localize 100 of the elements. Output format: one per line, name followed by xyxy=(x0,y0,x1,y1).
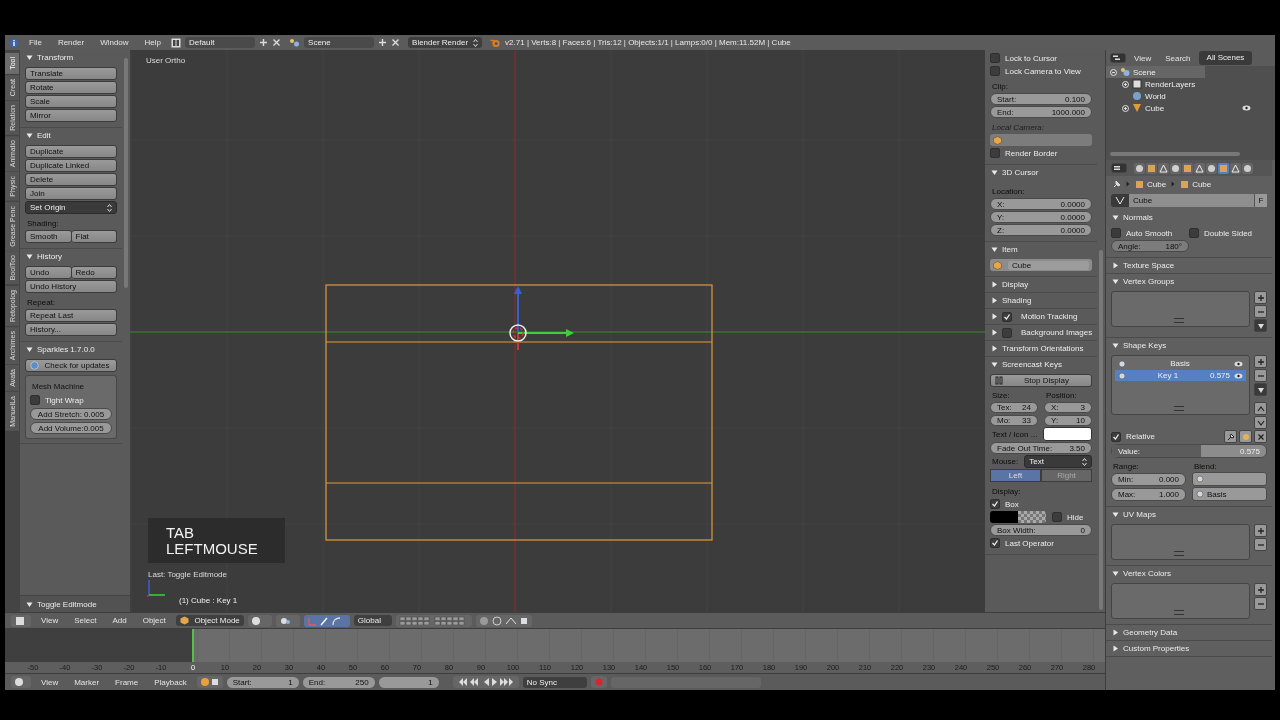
color-swatch[interactable] xyxy=(1043,427,1092,441)
panel-header[interactable]: Transform Orientations xyxy=(985,341,1097,356)
checkbox[interactable] xyxy=(990,148,1000,158)
editor-type-icon[interactable] xyxy=(1110,53,1126,63)
properties-tab[interactable] xyxy=(1182,162,1193,174)
plus-icon[interactable] xyxy=(259,38,269,47)
expand-icon[interactable] xyxy=(1122,104,1129,112)
tool-button[interactable]: Duplicate Linked xyxy=(25,159,117,172)
menu-item[interactable]: Marker xyxy=(68,677,106,687)
resize-grip-icon[interactable] xyxy=(1173,610,1184,615)
dropdown-button[interactable]: Set Origin xyxy=(25,201,117,214)
panel-header[interactable]: Custom Properties xyxy=(1106,641,1272,656)
render-engine-dropdown[interactable]: Blender Render xyxy=(408,37,483,48)
panel-header[interactable]: Motion Tracking xyxy=(985,309,1097,324)
number-field[interactable]: Min: 0.000 xyxy=(1111,473,1186,486)
tool-button[interactable]: Redo xyxy=(71,266,117,279)
resize-grip-icon[interactable] xyxy=(1173,406,1184,411)
manipulator-icon[interactable] xyxy=(303,614,350,627)
disclosure-triangle-icon[interactable] xyxy=(1112,214,1119,221)
disclosure-triangle-icon[interactable] xyxy=(1112,511,1119,518)
panel-header[interactable]: 3D Cursor xyxy=(985,165,1097,180)
value-slider[interactable]: Value: 0.575 xyxy=(1111,444,1267,458)
viewport-shading-icon[interactable] xyxy=(247,614,272,627)
eye-icon[interactable] xyxy=(1242,105,1251,111)
menu-item[interactable]: View xyxy=(35,677,65,687)
number-field[interactable]: Y: 0.0000 xyxy=(990,211,1092,223)
tool-button[interactable]: History... xyxy=(25,323,117,336)
playback-controls-icon[interactable] xyxy=(452,676,519,688)
outliner-item[interactable]: Cube xyxy=(1106,102,1275,114)
remove-icon[interactable] xyxy=(1254,305,1267,318)
panel-header[interactable]: Item xyxy=(985,242,1097,257)
add-icon[interactable] xyxy=(1254,583,1267,596)
start-frame-field[interactable]: Start: 1 xyxy=(226,676,299,688)
pin-icon[interactable] xyxy=(1224,430,1237,443)
panel-header[interactable]: Vertex Colors xyxy=(1106,566,1272,581)
toggle-button[interactable]: Left xyxy=(990,469,1041,482)
list-item[interactable]: Key 1 0.575 xyxy=(1115,370,1246,381)
panel-header[interactable]: Shading xyxy=(985,293,1097,308)
display-mode-dropdown[interactable]: All Scenes xyxy=(1198,51,1253,65)
update-button[interactable]: Check for updates xyxy=(25,359,117,372)
checkbox[interactable] xyxy=(1052,512,1062,522)
checkbox[interactable] xyxy=(1002,311,1012,322)
tool-button[interactable]: Undo History xyxy=(25,280,117,293)
panel-header[interactable]: Edit xyxy=(20,128,122,143)
transform-manipulator[interactable] xyxy=(509,286,574,351)
disclosure-triangle-icon[interactable] xyxy=(26,54,33,61)
plus-icon[interactable] xyxy=(378,38,388,47)
eye-icon[interactable] xyxy=(1234,360,1243,367)
properties-tab[interactable] xyxy=(1146,162,1157,174)
menu-item[interactable]: File xyxy=(23,38,48,47)
shape-key-field[interactable]: Basis xyxy=(1192,487,1267,501)
tool-button[interactable]: Repeat Last xyxy=(25,309,117,322)
disclosure-triangle-icon[interactable] xyxy=(26,600,33,608)
menu-item[interactable]: Render xyxy=(51,38,91,47)
properties-tab[interactable] xyxy=(1158,162,1169,174)
panel-header[interactable]: Toggle Editmode xyxy=(20,595,130,612)
disclosure-triangle-icon[interactable] xyxy=(1112,262,1119,269)
mesh-outline[interactable] xyxy=(325,284,713,541)
tool-button[interactable]: Smooth xyxy=(25,230,72,243)
checkbox[interactable] xyxy=(990,499,1000,509)
tool-button[interactable]: Duplicate xyxy=(25,145,117,158)
collapse-icon[interactable] xyxy=(1110,68,1117,76)
number-field[interactable]: End: 1000.000 xyxy=(990,106,1092,118)
dropdown-button[interactable]: Text xyxy=(1024,455,1092,468)
outliner-item[interactable]: Scene xyxy=(1106,66,1205,78)
disclosure-triangle-icon[interactable] xyxy=(26,253,33,260)
disclosure-triangle-icon[interactable] xyxy=(1112,570,1119,577)
checkbox[interactable] xyxy=(1111,228,1121,238)
checkbox[interactable] xyxy=(990,53,1000,63)
outliner-item[interactable]: World xyxy=(1106,90,1275,102)
panel-header[interactable]: History xyxy=(20,249,122,264)
number-field[interactable]: Max: 1.000 xyxy=(1111,488,1186,501)
checkbox[interactable] xyxy=(1111,431,1121,442)
tool-button[interactable]: Join xyxy=(25,187,117,200)
add-icon[interactable] xyxy=(1254,291,1267,304)
disclosure-triangle-icon[interactable] xyxy=(991,281,998,288)
number-field[interactable]: Z: 0.0000 xyxy=(990,224,1092,236)
disclosure-triangle-icon[interactable] xyxy=(1112,278,1119,285)
panel-header[interactable]: Background Images xyxy=(985,325,1097,340)
menu-item[interactable]: Frame xyxy=(109,677,145,687)
checkbox[interactable] xyxy=(1002,327,1012,338)
checkbox[interactable] xyxy=(1189,228,1199,238)
shape-key-icon[interactable] xyxy=(1239,430,1252,443)
checkbox[interactable] xyxy=(30,395,40,405)
panel-header[interactable]: Screencast Keys xyxy=(985,357,1097,372)
layers-icon[interactable] xyxy=(395,614,472,627)
tool-button[interactable]: Mirror xyxy=(25,109,117,122)
panel-header[interactable]: Vertex Groups xyxy=(1106,274,1272,289)
checkbox[interactable] xyxy=(990,538,1000,548)
move-down-icon[interactable] xyxy=(1254,416,1267,429)
disclosure-triangle-icon[interactable] xyxy=(991,313,998,320)
number-field[interactable]: Y: 10 xyxy=(1044,415,1092,426)
disclosure-triangle-icon[interactable] xyxy=(26,346,33,353)
menu-item[interactable]: Select xyxy=(68,616,103,625)
tool-button[interactable]: Delete xyxy=(25,173,117,186)
scrollbar[interactable] xyxy=(1110,152,1240,156)
number-field[interactable]: Start: 0.100 xyxy=(990,93,1092,105)
add-icon[interactable] xyxy=(1254,355,1267,368)
disclosure-triangle-icon[interactable] xyxy=(1112,629,1119,636)
remove-icon[interactable] xyxy=(1254,597,1267,610)
